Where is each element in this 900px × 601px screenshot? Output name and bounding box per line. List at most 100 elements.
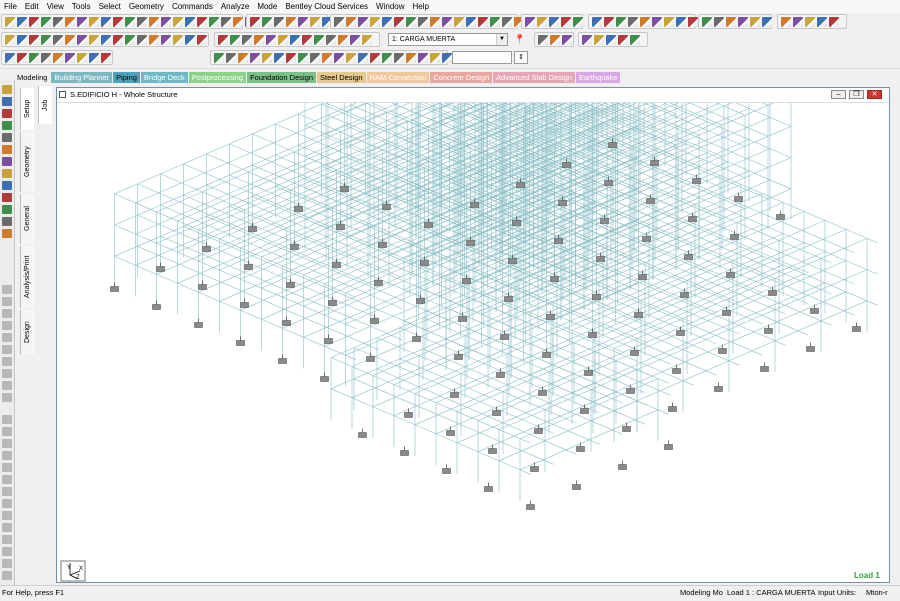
toolbar-button-icon[interactable] xyxy=(149,34,159,45)
tab-design[interactable]: Design xyxy=(20,310,34,354)
tab-steel-design[interactable]: Steel Design xyxy=(317,72,366,83)
tool-icon[interactable] xyxy=(2,523,12,532)
toolbar-button-icon[interactable] xyxy=(221,16,231,27)
tool-icon[interactable] xyxy=(2,451,12,460)
toolbar-button-icon[interactable] xyxy=(618,34,628,45)
toolbar-button-icon[interactable] xyxy=(550,34,560,45)
menu-help[interactable]: Help xyxy=(409,1,433,13)
toolbar-button-icon[interactable] xyxy=(137,16,147,27)
toolbar-button-icon[interactable] xyxy=(394,16,404,27)
toolbar-button-icon[interactable] xyxy=(442,16,452,27)
toolbar-button-icon[interactable] xyxy=(125,34,135,45)
toolbar-button-icon[interactable] xyxy=(676,16,686,27)
tool-icon[interactable] xyxy=(2,321,12,330)
toolbar-button-icon[interactable] xyxy=(322,52,332,63)
toolbar-button-icon[interactable] xyxy=(89,52,99,63)
tool-icon[interactable] xyxy=(2,217,12,226)
toolbar-button-icon[interactable] xyxy=(640,16,650,27)
toolbar-button-icon[interactable] xyxy=(793,16,803,27)
menu-view[interactable]: View xyxy=(43,1,68,13)
toolbar-button-icon[interactable] xyxy=(370,52,380,63)
minimize-button[interactable]: – xyxy=(831,90,846,99)
toolbar-button-icon[interactable] xyxy=(738,16,748,27)
toolbar-button-icon[interactable] xyxy=(382,16,392,27)
toolbar-button-icon[interactable] xyxy=(298,16,308,27)
toolbar-button-icon[interactable] xyxy=(233,16,243,27)
toolbar-button-icon[interactable] xyxy=(197,34,207,45)
toolbar-button-icon[interactable] xyxy=(161,34,171,45)
toolbar-button-icon[interactable] xyxy=(101,16,111,27)
menu-select[interactable]: Select xyxy=(95,1,125,13)
toolbar-button-icon[interactable] xyxy=(214,52,224,63)
toolbar-button-icon[interactable] xyxy=(262,16,272,27)
toolbar-button-icon[interactable] xyxy=(418,16,428,27)
tool-icon[interactable] xyxy=(2,297,12,306)
toolbar-button-icon[interactable] xyxy=(430,52,440,63)
toolbar-button-icon[interactable] xyxy=(362,34,372,45)
toolbar-button-icon[interactable] xyxy=(29,16,39,27)
toolbar-button-icon[interactable] xyxy=(714,16,724,27)
tool-icon[interactable] xyxy=(2,475,12,484)
toolbar-button-icon[interactable] xyxy=(53,52,63,63)
tool-icon[interactable] xyxy=(2,85,12,94)
toolbar-button-icon[interactable] xyxy=(382,52,392,63)
tab-earthquake[interactable]: Earthquake xyxy=(576,72,621,83)
toolbar-button-icon[interactable] xyxy=(430,16,440,27)
toolbar-button-icon[interactable] xyxy=(286,16,296,27)
tool-icon[interactable] xyxy=(2,145,12,154)
tool-icon[interactable] xyxy=(2,157,12,166)
toolbar-button-icon[interactable] xyxy=(278,34,288,45)
toolbar-button-icon[interactable] xyxy=(274,16,284,27)
toolbar-button-icon[interactable] xyxy=(537,16,547,27)
tool-icon[interactable] xyxy=(2,499,12,508)
scale-spinner-button[interactable]: ⇕ xyxy=(514,51,528,64)
tool-icon[interactable] xyxy=(2,439,12,448)
toolbar-button-icon[interactable] xyxy=(250,16,260,27)
tool-icon[interactable] xyxy=(2,393,12,402)
toolbar-button-icon[interactable] xyxy=(65,52,75,63)
toolbar-button-icon[interactable] xyxy=(29,34,39,45)
tool-icon[interactable] xyxy=(2,181,12,190)
toolbar-button-icon[interactable] xyxy=(358,16,368,27)
menu-mode[interactable]: Mode xyxy=(253,1,281,13)
toolbar-button-icon[interactable] xyxy=(358,52,368,63)
tool-icon[interactable] xyxy=(2,559,12,568)
tool-icon[interactable] xyxy=(2,169,12,178)
close-button[interactable]: ✕ xyxy=(867,90,882,99)
tab-postprocessing[interactable]: Postprocessing xyxy=(188,72,247,83)
tool-icon[interactable] xyxy=(2,133,12,142)
tool-icon[interactable] xyxy=(2,381,12,390)
toolbar-button-icon[interactable] xyxy=(53,16,63,27)
toolbar-button-icon[interactable] xyxy=(406,52,416,63)
toolbar-button-icon[interactable] xyxy=(29,52,39,63)
toolbar-button-icon[interactable] xyxy=(525,16,535,27)
tab-concrete-design[interactable]: Concrete Design xyxy=(430,72,493,83)
toolbar-button-icon[interactable] xyxy=(370,16,380,27)
chevron-down-icon[interactable]: ▼ xyxy=(496,34,507,45)
pin-icon[interactable]: 📍 xyxy=(514,34,525,45)
toolbar-button-icon[interactable] xyxy=(616,16,626,27)
tool-icon[interactable] xyxy=(2,427,12,436)
toolbar-button-icon[interactable] xyxy=(185,34,195,45)
toolbar-button-icon[interactable] xyxy=(89,34,99,45)
toolbar-button-icon[interactable] xyxy=(41,34,51,45)
tab-setup[interactable]: Setup xyxy=(20,88,34,130)
toolbar-button-icon[interactable] xyxy=(209,16,219,27)
tool-icon[interactable] xyxy=(2,205,12,214)
tool-icon[interactable] xyxy=(2,535,12,544)
tab-general[interactable]: General xyxy=(20,194,34,244)
toolbar-button-icon[interactable] xyxy=(310,52,320,63)
toolbar-button-icon[interactable] xyxy=(314,34,324,45)
toolbar-button-icon[interactable] xyxy=(230,34,240,45)
toolbar-button-icon[interactable] xyxy=(101,34,111,45)
tool-icon[interactable] xyxy=(2,487,12,496)
tool-icon[interactable] xyxy=(2,369,12,378)
toolbar-button-icon[interactable] xyxy=(490,16,500,27)
tool-icon[interactable] xyxy=(2,511,12,520)
menu-commands[interactable]: Commands xyxy=(168,1,217,13)
toolbar-button-icon[interactable] xyxy=(573,16,583,27)
menu-window[interactable]: Window xyxy=(372,1,408,13)
toolbar-button-icon[interactable] xyxy=(726,16,736,27)
tool-icon[interactable] xyxy=(2,193,12,202)
tab-modeling[interactable]: Modeling xyxy=(14,72,51,83)
